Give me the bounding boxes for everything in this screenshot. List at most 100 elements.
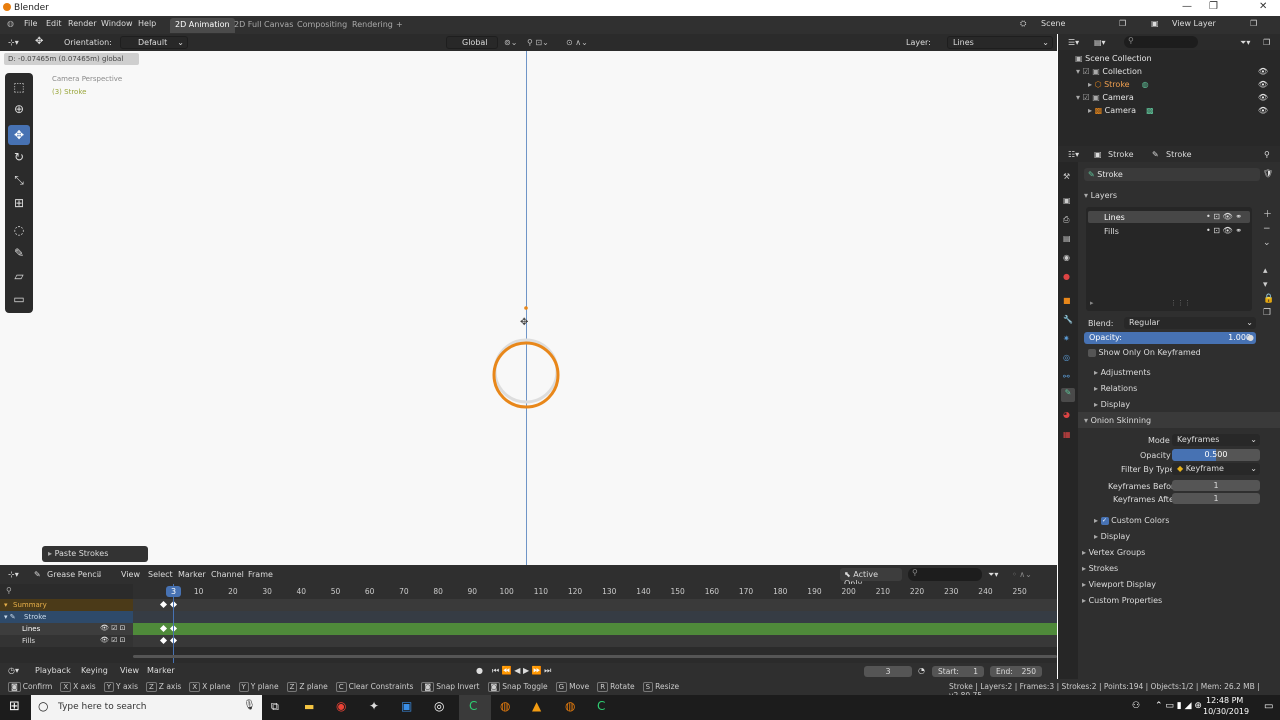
3d-viewport[interactable]: D: -0.07465m (0.07465m) global Camera Pe… xyxy=(0,51,1057,565)
outliner-item-stroke[interactable]: ▸ ⬡ Stroke ◍ 👁 xyxy=(1088,80,1276,89)
channel-toggles-icon[interactable]: 👁 ☑ ⊡ xyxy=(100,636,125,644)
menu-file[interactable]: File xyxy=(24,19,37,28)
filter-icon[interactable]: ⏷▾ xyxy=(988,570,998,580)
add-workspace-button[interactable]: + xyxy=(391,18,408,33)
menu-marker[interactable]: Marker xyxy=(178,570,206,579)
panel-vertex-groups[interactable]: ▸ Vertex Groups xyxy=(1082,548,1145,557)
channel-summary[interactable]: ▾ Summary xyxy=(0,599,133,611)
breadcrumb-object[interactable]: Stroke xyxy=(1108,150,1134,159)
opacity-slider[interactable]: Opacity: 1.000 xyxy=(1084,332,1256,344)
datablock-field[interactable]: ✎ Stroke xyxy=(1084,168,1260,181)
windows-start-icon[interactable]: ⊞ xyxy=(9,699,20,714)
custom-colors-checkbox[interactable]: ✓ xyxy=(1100,516,1109,525)
outliner-search-input[interactable]: ⚲ xyxy=(1124,36,1198,48)
layer-dropdown[interactable]: Lines ⌄ xyxy=(947,36,1053,49)
scene-selector[interactable]: Scene xyxy=(1041,19,1065,28)
outliner-item-camera-collection[interactable]: ▾ ☑ ▣ Camera 👁 xyxy=(1076,93,1276,102)
keyframe-dot-icon[interactable]: ● xyxy=(1247,333,1254,342)
mode-dropdown[interactable]: Grease Pencil xyxy=(47,570,101,579)
playback-controls-icon[interactable]: ⏮ ⏪ ◀ ▶ ⏩ ⏭ xyxy=(492,666,551,676)
custom-colors-subpanel[interactable]: ▸ ✓ Custom Colors xyxy=(1094,516,1169,525)
select-box-icon[interactable]: ⬚ xyxy=(8,77,30,97)
modifier-tab-icon[interactable]: 🔧 xyxy=(1063,315,1073,324)
current-frame-field[interactable]: 3 xyxy=(864,666,912,677)
eye-icon[interactable]: 👁 xyxy=(1258,93,1268,102)
world-tab-icon[interactable]: ● xyxy=(1063,272,1070,281)
layer-row-lines[interactable]: Lines • ⊡ 👁 ⚭ xyxy=(1088,211,1250,223)
pin-icon[interactable]: ⚲ xyxy=(1264,150,1270,159)
clock-time[interactable]: 12:48 PM xyxy=(1206,696,1243,705)
layer-toggles-icon[interactable]: • ⊡ 👁 ⚭ xyxy=(1206,226,1242,235)
layer-row-fills[interactable]: Fills • ⊡ 👁 ⚭ xyxy=(1088,225,1250,237)
menu-render[interactable]: Render xyxy=(68,19,96,28)
eye-icon[interactable]: 👁 xyxy=(1258,80,1268,89)
eye-icon[interactable]: 👁 xyxy=(1258,67,1268,76)
file-explorer-icon[interactable]: ▬ xyxy=(304,700,314,713)
menu-view[interactable]: View xyxy=(120,666,139,675)
snap-toggle-icon[interactable]: ◦ ∧⌄ xyxy=(1012,570,1032,579)
view-layer-selector[interactable]: View Layer xyxy=(1172,19,1216,28)
menu-select[interactable]: Select xyxy=(148,570,173,579)
texture-tab-icon[interactable]: ▦ xyxy=(1063,430,1071,439)
new-view-layer-icon[interactable]: ❐ xyxy=(1250,19,1257,28)
notification-icon[interactable]: ▭ xyxy=(1264,701,1273,712)
active-only-toggle[interactable]: ⬉ Active Only xyxy=(840,568,902,588)
constraints-tab-icon[interactable]: ⚯ xyxy=(1063,372,1070,381)
onion-skinning-header[interactable]: ▾ Onion Skinning xyxy=(1078,412,1280,428)
blend-dropdown[interactable]: Regular ⌄ xyxy=(1124,317,1256,329)
object-tab-icon[interactable]: ■ xyxy=(1063,296,1071,305)
minimize-icon[interactable]: — xyxy=(1182,1,1192,12)
blender-menu-icon[interactable]: ◍ xyxy=(7,19,14,28)
menu-view[interactable]: View xyxy=(121,570,140,579)
tab-compositing[interactable]: Compositing xyxy=(292,18,352,33)
panel-viewport-display[interactable]: ▸ Viewport Display xyxy=(1082,580,1156,589)
end-frame-field[interactable]: End: 250 xyxy=(990,666,1042,677)
chrome-icon[interactable]: ◉ xyxy=(336,699,346,713)
subpanel-adjustments[interactable]: ▸ Adjustments xyxy=(1094,368,1151,377)
tab-2d-animation[interactable]: 2D Animation xyxy=(170,18,235,33)
people-icon[interactable]: ⚇ xyxy=(1132,701,1140,711)
radius-tool-icon[interactable]: ◌ xyxy=(8,220,30,240)
editor-type-icon[interactable]: ⊹▾ xyxy=(8,570,19,579)
fake-user-icon[interactable]: 🛡 xyxy=(1263,169,1273,178)
rotate-tool-icon[interactable]: ↻ xyxy=(8,147,30,167)
horizontal-scrollbar[interactable] xyxy=(133,655,1057,658)
camtasia-icon[interactable]: C xyxy=(597,699,605,713)
menu-channel[interactable]: Channel xyxy=(211,570,244,579)
tool-tab-icon[interactable]: ⚒ xyxy=(1063,172,1070,181)
display-mode-icon[interactable]: ▤▾ xyxy=(1094,38,1106,47)
filter-icon[interactable]: ⏷▾ xyxy=(1240,38,1250,48)
data-tab-icon[interactable]: ✎ xyxy=(1061,388,1075,402)
taskbar-app-active[interactable]: C xyxy=(459,695,491,720)
orientation-dropdown[interactable]: Default ⌄ xyxy=(120,36,188,49)
material-tab-icon[interactable]: ◕ xyxy=(1063,410,1070,419)
subpanel-relations[interactable]: ▸ Relations xyxy=(1094,384,1137,393)
search-icon[interactable]: ⚲ xyxy=(6,586,12,595)
show-only-keyframed-checkbox[interactable]: Show Only On Keyframed xyxy=(1088,348,1201,357)
summary-track[interactable] xyxy=(133,599,1057,611)
bend-tool-icon[interactable]: ✎ xyxy=(8,243,30,263)
transform-orientation-dropdown[interactable]: Global xyxy=(446,36,498,49)
editor-type-icon[interactable]: ⊹▾ xyxy=(8,38,19,47)
task-view-icon[interactable]: ⧉ xyxy=(271,700,279,714)
new-collection-icon[interactable]: ❐ xyxy=(1263,38,1270,47)
channel-stroke[interactable]: ▾ ✎ Stroke xyxy=(0,611,133,623)
subpanel-display[interactable]: ▸ Display xyxy=(1094,400,1130,409)
remote-desktop-icon[interactable]: ▣ xyxy=(401,699,412,713)
stroke-drawing[interactable]: ✥ xyxy=(480,301,572,413)
menu-keying[interactable]: Keying xyxy=(81,666,108,675)
frame-ruler[interactable]: 10 20 30 40 50 60 70 80 90 100 110 120 130 140 150 160 1… xyxy=(133,584,1057,599)
panel-strokes[interactable]: ▸ Strokes xyxy=(1082,564,1118,573)
editor-type-icon[interactable]: ☰▾ xyxy=(1068,38,1079,47)
eye-icon[interactable]: 👁 xyxy=(1258,106,1268,115)
channel-lines[interactable]: Lines 👁 ☑ ⊡ xyxy=(0,623,133,635)
current-frame-indicator[interactable]: 3 xyxy=(166,586,181,597)
close-icon[interactable]: ✕ xyxy=(1259,1,1267,12)
blender-icon[interactable]: ◍ xyxy=(500,699,510,713)
blender-icon[interactable]: ◍ xyxy=(565,699,575,713)
menu-playback[interactable]: Playback xyxy=(35,666,71,675)
breadcrumb-data[interactable]: Stroke xyxy=(1166,150,1192,159)
snap-icon[interactable]: ⚲ ⊡⌄ xyxy=(527,38,549,47)
effects-tab-icon[interactable]: ✷ xyxy=(1063,334,1070,343)
stroke-track[interactable] xyxy=(133,611,1057,623)
